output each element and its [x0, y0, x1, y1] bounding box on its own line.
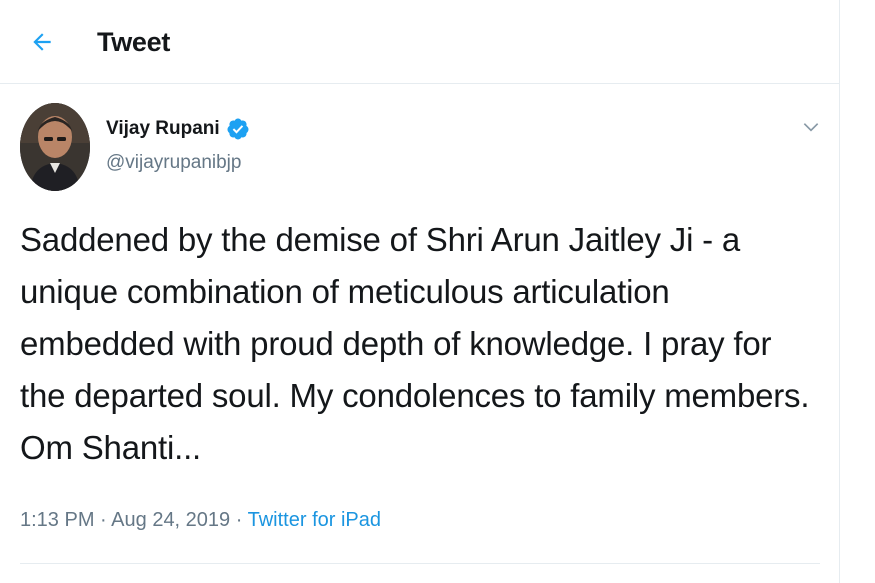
tweet-text-line: Saddened by the demise of Shri Arun Jait… — [20, 221, 741, 258]
author-name-row[interactable]: Vijay Rupani — [106, 116, 250, 142]
back-button[interactable] — [22, 22, 62, 62]
tweet-time[interactable]: 1:13 PM — [20, 509, 94, 531]
tweet-text-line: embedded with proud depth of knowledge. … — [20, 325, 772, 362]
verified-badge-icon — [226, 117, 250, 141]
tweet-date[interactable]: Aug 24, 2019 — [111, 509, 230, 531]
tweet-menu-button[interactable] — [796, 112, 826, 142]
tweet-text-line: unique combination of meticulous articul… — [20, 273, 670, 310]
page-title: Tweet — [97, 27, 171, 57]
tweet-meta: 1:13 PM · Aug 24, 2019 · Twitter for iPa… — [20, 505, 381, 535]
avatar[interactable] — [20, 103, 90, 191]
tweet-source-link[interactable]: Twitter for iPad — [248, 509, 381, 531]
author-name[interactable]: Vijay Rupani — [106, 116, 220, 142]
chevron-down-icon — [803, 123, 819, 132]
meta-separator: · — [100, 509, 107, 531]
meta-separator: · — [235, 509, 243, 531]
tweet-text-line: the departed soul. My condolences to fam… — [20, 377, 810, 414]
tweet-column: Tweet Vijay Rupani @vijayrupanibjp Sadde… — [0, 0, 840, 583]
avatar-photo — [20, 103, 90, 191]
tweet-text: Saddened by the demise of Shri Arun Jait… — [20, 214, 820, 474]
author-handle[interactable]: @vijayrupanibjp — [106, 150, 241, 176]
tweet-text-line: Om Shanti... — [20, 429, 202, 466]
page-header: Tweet — [0, 0, 840, 84]
page: Tweet Vijay Rupani @vijayrupanibjp Sadde… — [0, 0, 875, 583]
divider — [20, 563, 820, 564]
arrow-left-icon — [33, 33, 51, 51]
